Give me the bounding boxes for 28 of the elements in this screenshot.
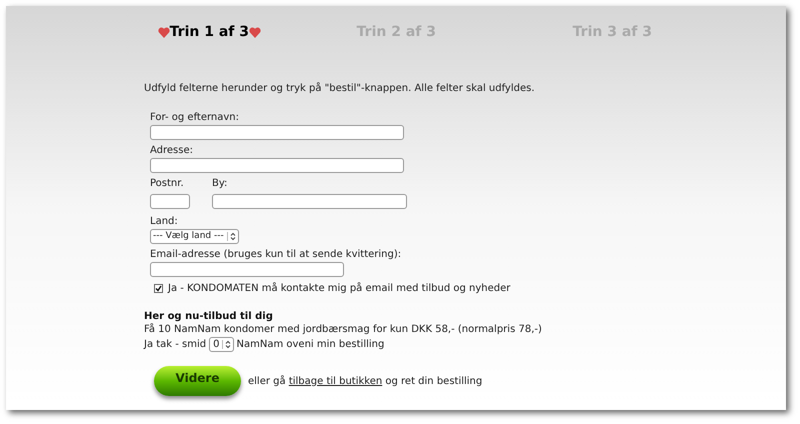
- intro-text: Udfyld felterne herunder og tryk på "bestil"-knappen. Alle felter skal udfyldes.: [144, 82, 536, 95]
- field-label: By:: [212, 177, 228, 190]
- field-label: Postnr.: [150, 177, 184, 190]
- back-link[interactable]: tilbage til butikken: [288, 376, 382, 386]
- continue-button[interactable]: Videre: [154, 366, 241, 396]
- offer-label: Ja tak - smid: [144, 338, 206, 351]
- field-label: For- og efternavn:: [150, 111, 240, 124]
- offer-label: NamNam oveni min bestilling: [236, 338, 384, 351]
- field-label: Land:: [150, 215, 178, 228]
- quantity-select[interactable]: 0: [209, 337, 234, 352]
- country-select[interactable]: --- Vælg land ---: [150, 229, 239, 244]
- checkbox[interactable]: [154, 284, 163, 293]
- step-tab[interactable]: Trin 1 af 3: [158, 22, 261, 42]
- heart-icon: [249, 26, 261, 38]
- footer-text: eller gå tilbage til butikken og ret din bestilling: [248, 374, 482, 388]
- offer-heading: Her og nu-tilbud til dig: [144, 310, 273, 323]
- input-field[interactable]: [150, 158, 404, 173]
- input-field[interactable]: [150, 262, 344, 277]
- field-label: Email-adresse (bruges kun til at sende kvittering):: [150, 248, 402, 261]
- heart-icon: [158, 26, 170, 38]
- input-field[interactable]: [150, 194, 190, 209]
- spinner-icon: [226, 232, 238, 241]
- offer-text: Få 10 NamNam kondomer med jordbærsmag for kun DKK 58,- (normalpris 78,-): [144, 323, 542, 336]
- spinner-icon: [222, 340, 233, 349]
- input-field[interactable]: [150, 125, 404, 140]
- input-field[interactable]: [212, 194, 407, 209]
- field-label: Adresse:: [150, 144, 193, 157]
- checkbox-label: Ja - KONDOMATEN må kontakte mig på email med tilbud og nyheder: [168, 282, 510, 295]
